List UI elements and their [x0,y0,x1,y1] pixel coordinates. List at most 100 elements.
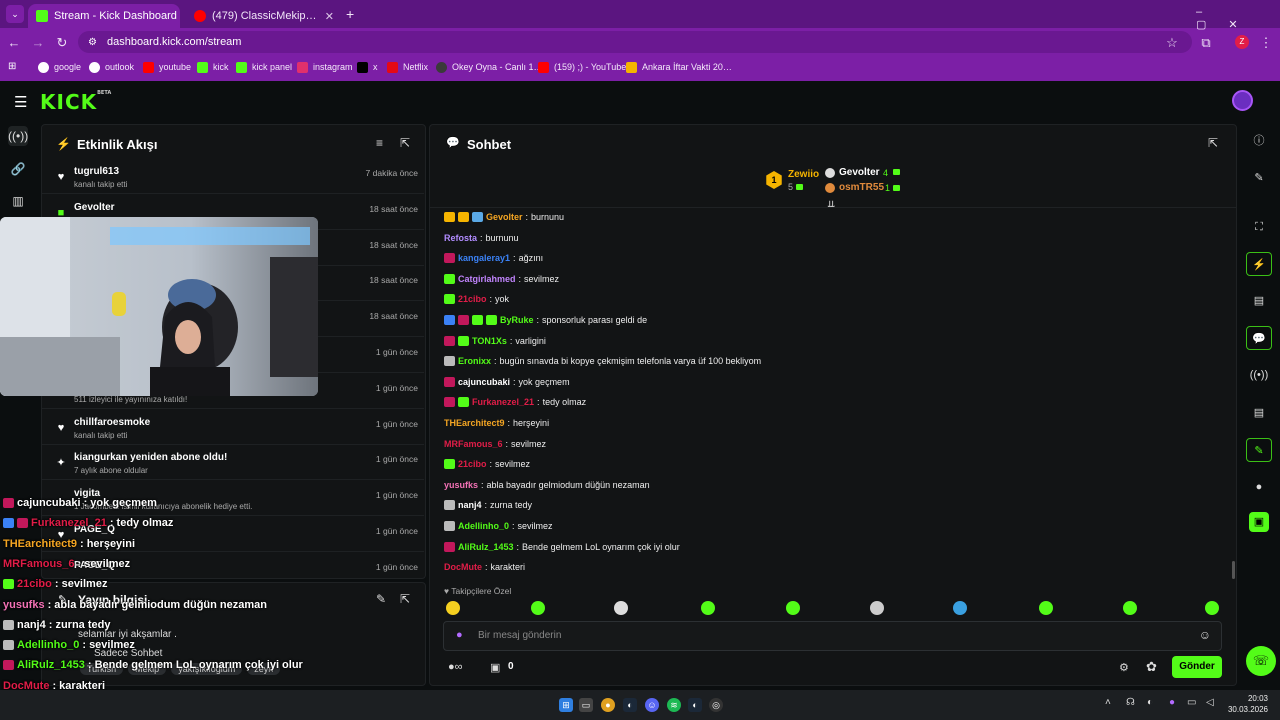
chat-username[interactable]: AliRulz_1453 [458,542,514,552]
emoji-icon[interactable]: ☺ [1199,628,1211,642]
bookmark-google[interactable]: google [38,58,81,76]
extensions-icon[interactable]: ⧉ [1196,33,1216,53]
activity-item[interactable]: ♥ tugrul613 kanalı takip etti 7 dakika önce [42,159,424,194]
emote-picker-icon[interactable]: ✿ [1146,659,1157,675]
bookmark-netflix[interactable]: Netflix [387,58,428,76]
clock-date[interactable]: 30.03.2026 [1222,705,1268,714]
chat-username[interactable]: THEarchitect9 [444,418,505,428]
chat-message[interactable]: Gevolter: burnunu [444,210,564,224]
extension-icon[interactable]: ▣ [1249,512,1269,532]
address-bar[interactable]: ⚙ dashboard.kick.com/stream [78,31,1192,53]
discord-icon[interactable]: ☺ [645,698,659,712]
profile-avatar[interactable]: Z [1235,35,1249,49]
steam-icon[interactable]: ◐ [623,698,637,712]
close-tab-icon[interactable]: ✕ [325,10,334,23]
chat-username[interactable]: DocMute [444,562,482,572]
bookmark-instagram[interactable]: instagram [297,58,353,76]
microphone-icon[interactable]: ● [456,629,463,641]
obs-icon[interactable]: ◎ [709,698,723,712]
stream-icon[interactable]: ((•)) [8,126,28,146]
chat-username[interactable]: MRFamous_6 [444,439,503,449]
emote-icon[interactable] [1039,601,1053,615]
emote-icon[interactable] [953,601,967,615]
tools-icon[interactable]: ✎ [1246,438,1272,462]
activity-item[interactable]: ✦ kiangurkan yeniden abone oldu! 7 aylık a… [42,445,424,481]
gift-box-icon[interactable]: ▣ [490,661,500,674]
forward-icon[interactable]: → [28,33,48,53]
hamburger-menu-icon[interactable]: ☰ [14,93,27,111]
menu-icon[interactable]: ⋮ [1256,33,1276,53]
emote-icon[interactable] [446,601,460,615]
activity-item[interactable]: ♥ chillfaroesmoke kanalı takip etti 1 gün ö… [42,410,424,445]
bookmark-okey[interactable]: Okey Oyna - Canlı 1… [436,58,543,76]
queue-icon[interactable]: ▤ [1246,401,1272,425]
stream-preview-video[interactable] [0,217,318,396]
chat-username[interactable]: Eronixx [458,356,491,366]
emote-icon[interactable] [1123,601,1137,615]
chat-message[interactable]: Adellinho_0: sevilmez [444,519,553,533]
chat-message[interactable]: kangaleray1: ağzını [444,251,543,265]
chat-username[interactable]: ByRuke [500,315,534,325]
emote-icon[interactable] [786,601,800,615]
bookmark-star-icon[interactable]: ☆ [1162,33,1182,53]
bookmark-kick[interactable]: kick [197,58,229,76]
back-icon[interactable]: ← [4,33,24,53]
settings-gear-icon[interactable]: ⚙ [1119,661,1129,674]
chat-message[interactable]: MRFamous_6: sevilmez [444,437,546,451]
emote-icon[interactable] [701,601,715,615]
steam-tray-icon[interactable]: ◐ [1147,697,1153,708]
chat-input[interactable]: ● Bir mesaj gönderin ☺ [443,621,1222,651]
site-info-icon[interactable]: ⚙ [88,37,97,48]
mic-tray-icon[interactable]: ● [1169,697,1175,708]
steam-icon[interactable]: ◐ [688,698,702,712]
chat-message[interactable]: TON1Xs: varligini [444,334,546,348]
emote-icon[interactable] [1205,601,1219,615]
chat-username[interactable]: kangaleray1 [458,253,510,263]
bookmark-kick-panel[interactable]: kick panel [236,58,292,76]
chat-scrollbar[interactable] [1232,561,1235,579]
support-icon[interactable]: ☏ [1246,646,1276,676]
chat-message[interactable]: Furkanezel_21: tedy olmaz [444,395,586,409]
chat-username[interactable]: Refosta [444,233,477,243]
file-explorer-icon[interactable]: ▭ [579,698,593,712]
popout-icon[interactable]: ⇱ [1208,136,1218,150]
tab-search-icon[interactable]: ⌄ [6,5,24,23]
chat-username[interactable]: 21cibo [458,459,487,469]
pencil-icon[interactable]: ✎ [1246,166,1272,190]
chrome-icon[interactable]: ● [601,698,615,712]
broadcast-icon[interactable]: ((•)) [1246,363,1272,387]
chat-username[interactable]: Furkanezel_21 [472,397,534,407]
kick-points-icon[interactable]: ●∞ [448,661,463,673]
chat-username[interactable]: TON1Xs [472,336,507,346]
chat-username[interactable]: yusufks [444,480,478,490]
chat-username[interactable]: cajuncubaki [458,377,510,387]
chat-message[interactable]: ByRuke: sponsorluk parası geldi de [444,313,647,327]
chat-username[interactable]: nanj4 [458,500,482,510]
tab-youtube[interactable]: (479) ClassicMekip.mp4 7.0 ks… ✕ [186,4,342,28]
emote-icon[interactable] [870,601,884,615]
windows-start-icon[interactable]: ⊞ [559,698,573,712]
user-avatar[interactable] [1232,90,1253,111]
chat-username[interactable]: Adellinho_0 [458,521,509,531]
bookmark-x[interactable]: x [357,58,378,76]
kick-points-icon[interactable]: ● [1246,475,1272,499]
new-tab-icon[interactable]: + [346,6,354,22]
link-icon[interactable]: 🔗 [8,159,28,179]
window-controls[interactable]: –▢✕ [1196,6,1280,31]
emote-icon[interactable] [614,601,628,615]
chat-message[interactable]: 21cibo: sevilmez [444,457,530,471]
activity-toggle-icon[interactable]: ⚡ [1246,252,1272,276]
emote-icon[interactable] [531,601,545,615]
chat-message[interactable]: Refosta: burnunu [444,231,519,245]
notes-icon[interactable]: ▤ [1246,289,1272,313]
chat-message[interactable]: THEarchitect9: herşeyini [444,416,549,430]
screenshot-icon[interactable]: ⛶ [1246,215,1272,239]
chat-message[interactable]: 21cibo: yok [444,292,509,306]
bookmark-outlook[interactable]: outlook [89,58,134,76]
chat-message[interactable]: Catgirlahmed: sevilmez [444,272,559,286]
chat-message[interactable]: DocMute: karakteri [444,560,525,574]
apps-grid-icon[interactable]: ⊞ [8,61,16,72]
chat-toggle-icon[interactable]: 💬 [1246,326,1272,350]
clock-time[interactable]: 20:03 [1244,694,1268,703]
chat-username[interactable]: Catgirlahmed [458,274,516,284]
